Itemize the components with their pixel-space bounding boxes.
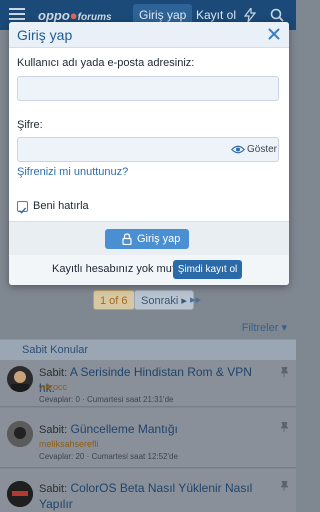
no-account-text: Kayıtlı hesabınız yok mu? <box>52 263 178 275</box>
double-chevron-right-icon[interactable]: ▸▸ <box>190 293 201 306</box>
password-input[interactable] <box>17 137 228 162</box>
thread-meta: Cevaplar: 0 · Cumartesi saat 21:31'de <box>39 395 174 404</box>
avatar <box>7 366 33 392</box>
bolt-icon[interactable] <box>244 8 256 22</box>
register-now-button[interactable]: Şimdi kayıt ol <box>173 260 242 279</box>
thread-row[interactable]: Sabit: Güncelleme Mantığı meliksahserefl… <box>0 408 296 468</box>
modal-header: Giriş yap <box>9 22 289 48</box>
caret-down-icon: ▾ <box>281 322 287 334</box>
thread-author[interactable]: witrocc <box>39 382 67 392</box>
eye-icon <box>231 145 245 154</box>
page-current[interactable]: 1 of 6 <box>93 290 135 310</box>
site-logo[interactable]: oppo●forums <box>38 8 112 23</box>
thread-author[interactable]: meliksahserefli <box>39 439 99 449</box>
thread-title[interactable]: Sabit: A Serisinde Hindistan Rom & VPN h… <box>39 365 271 396</box>
pin-icon <box>281 367 288 377</box>
register-row: Kayıtlı hesabınız yok mu? Şimdi kayıt ol <box>9 255 289 285</box>
forgot-password-link[interactable]: Şifrenizi mi unuttunuz? <box>17 166 128 178</box>
modal-title: Giriş yap <box>17 27 73 43</box>
close-icon[interactable] <box>268 28 280 40</box>
thread-title[interactable]: Sabit: Güncelleme Mantığı <box>39 422 271 438</box>
remember-me-label: Beni hatırla <box>33 200 89 212</box>
avatar <box>7 481 33 507</box>
check-icon <box>19 207 27 214</box>
search-icon[interactable] <box>270 8 284 22</box>
lock-icon <box>122 233 132 245</box>
thread-meta: Cevaplar: 20 · Cumartesi saat 12:52'de <box>39 452 178 461</box>
thread-row[interactable]: Sabit: A Serisinde Hindistan Rom & VPN h… <box>0 360 296 407</box>
modal-footer: Giriş yap <box>9 221 289 255</box>
username-input[interactable] <box>17 76 279 101</box>
page-next-button[interactable]: Sonraki ▸ <box>134 290 194 310</box>
avatar <box>7 421 33 447</box>
login-modal: Giriş yap Kullanıcı adı yada e-posta adr… <box>9 22 289 285</box>
remember-me-checkbox[interactable] <box>17 201 28 214</box>
thread-row[interactable]: Sabit: ColorOS Beta Nasıl Yüklenir Nasıl… <box>0 469 296 512</box>
password-label: Şifre: <box>17 119 43 131</box>
chevron-right-icon: ▸ <box>181 295 187 307</box>
login-button[interactable]: Giriş yap <box>105 229 189 249</box>
show-password-button[interactable]: Göster <box>227 137 279 162</box>
filters-dropdown[interactable]: Filtreler ▾ <box>242 321 287 334</box>
username-label: Kullanıcı adı yada e-posta adresiniz: <box>17 57 195 69</box>
sticky-threads-header: Sabit Konular <box>0 339 296 360</box>
menu-icon[interactable] <box>9 8 25 21</box>
pin-icon <box>281 481 288 491</box>
pin-icon <box>281 422 288 432</box>
thread-title[interactable]: Sabit: ColorOS Beta Nasıl Yüklenir Nasıl… <box>39 481 271 512</box>
pagination: 1 of 6 Sonraki ▸ ▸▸ <box>0 290 296 310</box>
